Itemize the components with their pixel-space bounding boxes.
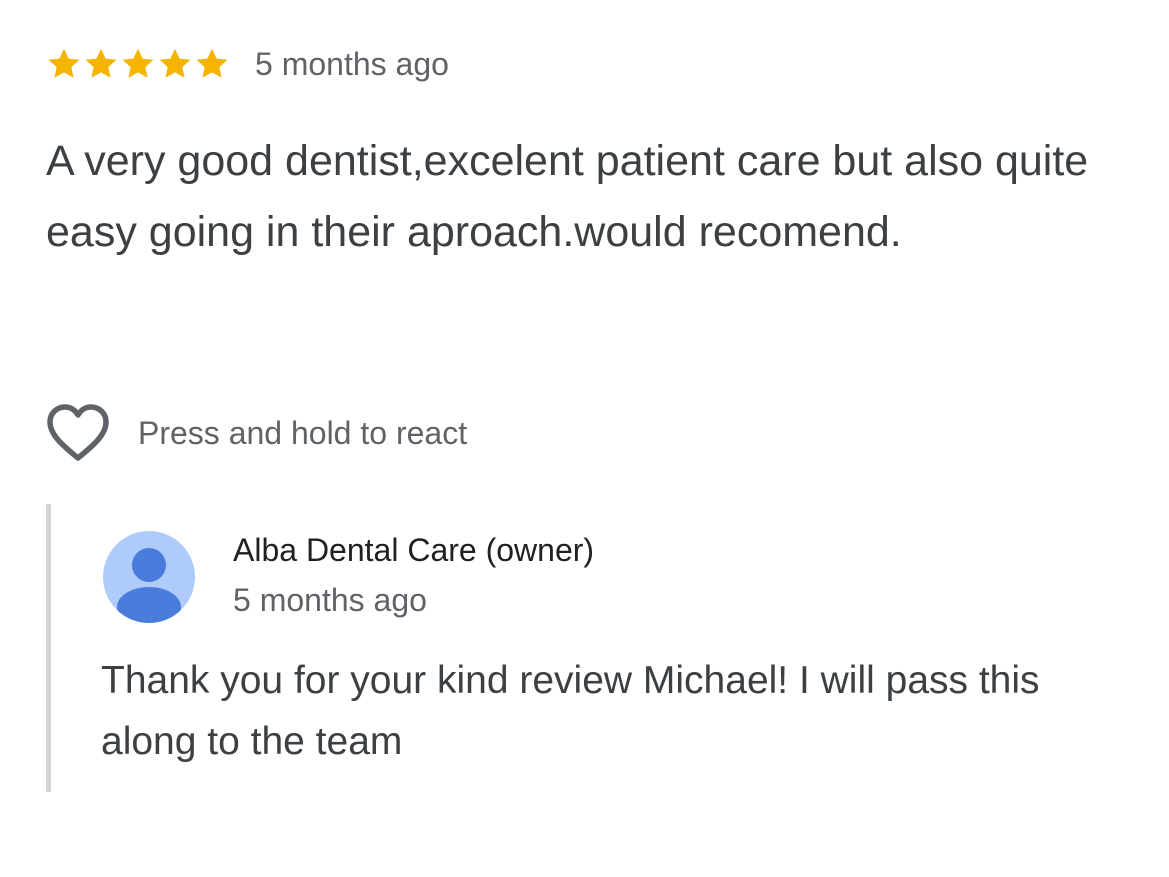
star-icon: [85, 48, 117, 78]
star-rating: [46, 46, 231, 82]
owner-reply-text: Thank you for your kind review Michael! …: [101, 659, 1040, 763]
owner-reply: Alba Dental Care (owner) 5 months ago Th…: [46, 504, 1131, 792]
react-label: Press and hold to react: [138, 414, 468, 451]
review-time: 5 months ago: [255, 45, 449, 82]
star-icon: [122, 48, 154, 78]
rating-row: 5 months ago: [46, 40, 1136, 88]
star-icon: [48, 48, 80, 78]
star-icon: [159, 48, 191, 78]
react-button[interactable]: Press and hold to react: [46, 403, 467, 463]
person-avatar-icon: [103, 531, 195, 623]
heart-outline-icon[interactable]: [46, 404, 110, 462]
owner-name: Alba Dental Care (owner): [233, 532, 595, 568]
review-card: 5 months ago A very good dentist,excelen…: [46, 40, 1136, 268]
review-text: A very good dentist,excelent patient car…: [46, 137, 1089, 256]
owner-reply-time: 5 months ago: [233, 582, 427, 618]
star-icon: [196, 48, 228, 78]
